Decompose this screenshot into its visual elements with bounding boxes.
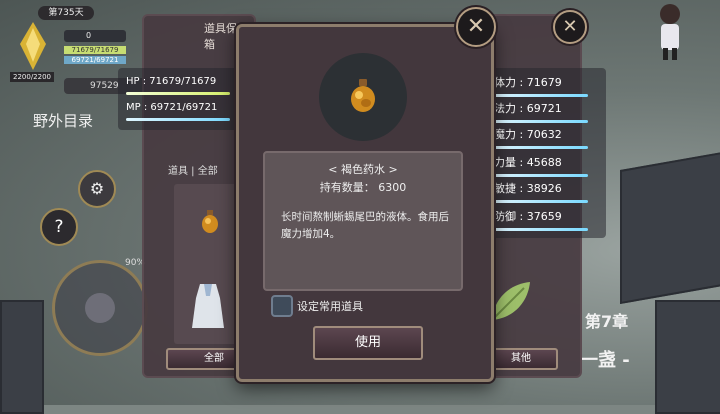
item-quantity: 持有数量： 6300 (319, 181, 407, 194)
stats-list: 体力 : 71679 法力 : 69721 魔力 : 70632 力量 : 45… (488, 68, 606, 238)
virtual-joystick[interactable] (52, 260, 148, 356)
joystick-knob[interactable] (85, 293, 115, 323)
mp-bar (126, 118, 230, 121)
stat-item: 敏捷 : 38926 (494, 180, 588, 203)
potion-icon[interactable] (200, 208, 220, 234)
close-icon[interactable]: ✕ (553, 10, 587, 44)
mp-label: MP : 69721/69721 (126, 102, 218, 113)
stat-label: 法力 : 69721 (494, 102, 562, 115)
scene-building (655, 300, 720, 414)
hp-mini-bar: 71679/71679 (64, 46, 126, 54)
player-character (655, 2, 685, 62)
stat-bar (494, 146, 588, 149)
stat-bar (494, 200, 588, 203)
item-icon-frame (319, 53, 407, 141)
stat-bar (494, 94, 588, 97)
mp-mini-bar: 69721/69721 (64, 56, 126, 64)
stat-label: 防御 : 37659 (494, 210, 562, 223)
stat-label: 体力 : 71679 (494, 76, 562, 89)
storage-tab-label[interactable]: 道具 | 全部 (168, 162, 218, 177)
use-button[interactable]: 使用 (313, 326, 423, 360)
leaf-icon[interactable] (488, 278, 534, 324)
stat-item: 防御 : 37659 (494, 208, 588, 231)
item-description-box: < 褐色药水 > 持有数量： 6300 长时间熬制蜥蜴尾巴的液体。食用后魔力增加… (263, 151, 463, 291)
stat-item: 魔力 : 70632 (494, 126, 588, 149)
item-detail-dialog: < 褐色药水 > 持有数量： 6300 长时间熬制蜥蜴尾巴的液体。食用后魔力增加… (236, 24, 494, 382)
stat-label: 魔力 : 70632 (494, 128, 562, 141)
crystal-emblem (18, 22, 48, 72)
chapter-label: 第7章 (585, 312, 629, 331)
dress-icon[interactable] (192, 284, 224, 328)
stat-bar (494, 174, 588, 177)
resource-counter: 0 (64, 30, 126, 42)
potion-icon (349, 77, 377, 113)
stat-bar (494, 228, 588, 231)
item-name: < 褐色药水 > (328, 163, 398, 176)
favorite-item-label: 设定常用道具 (297, 300, 363, 313)
gear-icon[interactable]: ⚙ (78, 170, 116, 208)
level-box: 2200/2200 (10, 72, 54, 82)
scene-building (620, 149, 720, 305)
stat-item: 体力 : 71679 (494, 74, 588, 97)
day-counter: 第735天 (38, 6, 94, 20)
status-other-button[interactable]: 其他 (484, 348, 558, 370)
hp-mp-panel: HP : 71679/71679 MP : 69721/69721 (118, 68, 240, 130)
chapter-subtitle: 一盏 - (580, 350, 630, 371)
stat-bar (494, 120, 588, 123)
scene-building (0, 300, 44, 414)
stat-item: 力量 : 45688 (494, 154, 588, 177)
gold-value: 97529 (90, 81, 119, 91)
close-icon[interactable]: ✕ (456, 7, 496, 47)
stat-item: 法力 : 69721 (494, 100, 588, 123)
favorite-item-checkbox[interactable] (271, 295, 293, 317)
stat-label: 力量 : 45688 (494, 156, 562, 169)
help-icon[interactable]: ? (40, 208, 78, 246)
location-label: 野外目录 (33, 112, 94, 130)
item-description: 长时间熬制蜥蜴尾巴的液体。食用后魔力增加4。 (281, 211, 449, 240)
hp-bar (126, 92, 230, 95)
hp-label: HP : 71679/71679 (126, 76, 217, 87)
stat-label: 敏捷 : 38926 (494, 182, 562, 195)
